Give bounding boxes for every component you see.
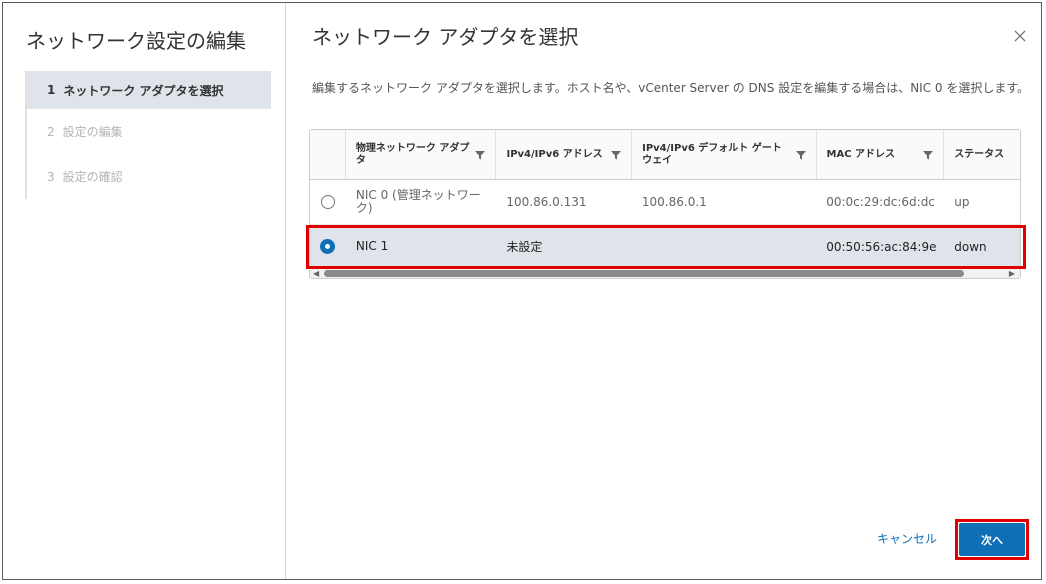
column-header-label: ステータス bbox=[954, 148, 1005, 160]
step-number: 2 bbox=[47, 124, 55, 139]
column-header-status[interactable]: ステータス bbox=[944, 130, 1020, 179]
adapter-name: NIC 0 (管理ネットワーク) bbox=[355, 188, 481, 215]
row-select-cell bbox=[310, 225, 346, 268]
filter-icon[interactable] bbox=[923, 150, 934, 160]
wizard-step-edit-settings[interactable]: 2 設定の編集 bbox=[27, 109, 271, 154]
column-header-label: IPv4/IPv6 アドレス bbox=[506, 148, 603, 160]
table-row[interactable]: NIC 0 (管理ネットワーク) 100.86.0.131 100.86.0.1… bbox=[310, 180, 1020, 225]
horizontal-scrollbar[interactable]: ◀ ▶ bbox=[310, 268, 1020, 278]
step-number: 3 bbox=[47, 169, 55, 184]
grid-header: 物理ネットワーク アダプタ IPv4/IPv6 アドレス IPv4/IPv6 デ… bbox=[310, 130, 1020, 180]
select-column-header bbox=[310, 130, 346, 179]
cell-mac-address: 00:50:56:ac:84:9e bbox=[826, 239, 937, 254]
wizard-sidebar: ネットワーク設定の編集 1 ネットワーク アダプタを選択 2 設定の編集 3 設… bbox=[3, 3, 286, 579]
scroll-left-icon[interactable]: ◀ bbox=[313, 270, 319, 278]
filter-icon[interactable] bbox=[611, 150, 622, 160]
column-header-default-gateway[interactable]: IPv4/IPv6 デフォルト ゲートウェイ bbox=[632, 130, 817, 179]
wizard-content: ネットワーク アダプタを選択 編集するネットワーク アダプタを選択します。ホスト… bbox=[287, 3, 1041, 579]
page-description: 編集するネットワーク アダプタを選択します。ホスト名や、vCenter Serv… bbox=[312, 81, 1030, 95]
close-icon[interactable] bbox=[1013, 29, 1027, 43]
cell-default-gateway: 100.86.0.1 bbox=[641, 195, 707, 209]
edit-network-settings-dialog: ネットワーク設定の編集 1 ネットワーク アダプタを選択 2 設定の編集 3 設… bbox=[2, 2, 1042, 580]
column-header-ip-address[interactable]: IPv4/IPv6 アドレス bbox=[496, 130, 633, 179]
page-title: ネットワーク アダプタを選択 bbox=[312, 25, 579, 49]
network-adapter-grid: 物理ネットワーク アダプタ IPv4/IPv6 アドレス IPv4/IPv6 デ… bbox=[309, 129, 1021, 279]
cell-default-gateway bbox=[632, 225, 816, 268]
column-header-mac-address[interactable]: MAC アドレス bbox=[817, 130, 945, 179]
filter-icon[interactable] bbox=[795, 150, 806, 160]
cell-status: up bbox=[954, 195, 970, 209]
filter-icon[interactable] bbox=[475, 150, 486, 160]
cell-adapter: NIC 1 bbox=[346, 225, 496, 268]
scroll-right-icon[interactable]: ▶ bbox=[1009, 270, 1015, 278]
cell-ip-address: 未設定 bbox=[506, 240, 543, 254]
cell-mac-address: 00:0c:29:dc:6d:dc bbox=[826, 195, 935, 209]
wizard-title: ネットワーク設定の編集 bbox=[26, 29, 246, 53]
column-header-label: IPv4/IPv6 デフォルト ゲートウェイ bbox=[642, 142, 782, 166]
scrollbar-thumb[interactable] bbox=[324, 270, 964, 277]
cancel-button[interactable]: キャンセル bbox=[877, 530, 937, 547]
step-label: 設定の確認 bbox=[62, 170, 123, 184]
wizard-steps: 1 ネットワーク アダプタを選択 2 設定の編集 3 設定の確認 bbox=[25, 71, 271, 199]
table-row-selected[interactable]: NIC 1 未設定 00:50:56:ac:84:9e down bbox=[310, 225, 1020, 268]
row-radio-nic0[interactable] bbox=[320, 195, 335, 209]
cell-status: down bbox=[954, 239, 987, 254]
row-select-cell bbox=[310, 180, 346, 224]
wizard-step-confirm-settings[interactable]: 3 設定の確認 bbox=[27, 154, 271, 199]
wizard-step-select-adapter[interactable]: 1 ネットワーク アダプタを選択 bbox=[27, 71, 271, 109]
cell-ip-address: 100.86.0.131 bbox=[506, 195, 587, 209]
adapter-name: NIC 1 bbox=[355, 239, 389, 253]
cell-adapter: NIC 0 (管理ネットワーク) bbox=[346, 180, 496, 224]
column-header-label: MAC アドレス bbox=[826, 148, 896, 160]
column-header-adapter[interactable]: 物理ネットワーク アダプタ bbox=[346, 130, 497, 179]
step-number: 1 bbox=[47, 83, 56, 97]
next-button[interactable]: 次へ bbox=[959, 523, 1025, 556]
column-header-label: 物理ネットワーク アダプタ bbox=[355, 142, 470, 166]
step-label: ネットワーク アダプタを選択 bbox=[63, 83, 224, 98]
step-label: 設定の編集 bbox=[62, 125, 123, 139]
row-radio-nic1[interactable] bbox=[321, 240, 335, 253]
